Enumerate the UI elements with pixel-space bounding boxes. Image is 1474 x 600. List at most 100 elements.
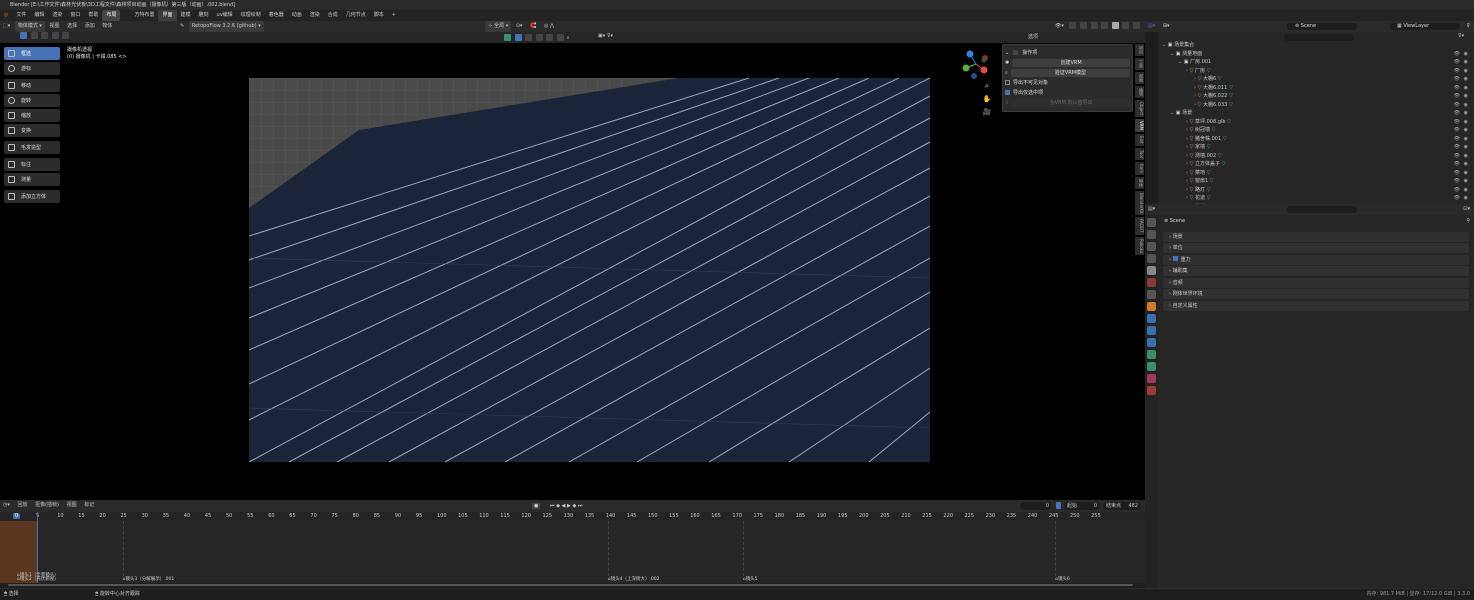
tab-workspace-layout[interactable]: 布局	[102, 10, 121, 21]
timeline-marker[interactable]: ⌂镜头4（上深俯大）.002	[608, 576, 660, 582]
tab-workspace-compositing[interactable]: 合成	[324, 10, 342, 21]
tab-workspace-rendering[interactable]: 渲染	[306, 10, 324, 21]
visibility-eye-icon[interactable]: 👁	[1454, 126, 1460, 135]
visibility-eye-icon[interactable]: 👁	[1454, 92, 1460, 101]
tab-workspace-texture[interactable]: 纹理绘制	[237, 10, 265, 21]
shading-solid-icon[interactable]	[1111, 22, 1119, 29]
snap-icon[interactable]: 🧲	[527, 21, 539, 32]
tool-scale[interactable]: 缩放	[4, 109, 60, 122]
view-layer-props-icon[interactable]	[1147, 254, 1156, 263]
current-frame-field[interactable]: 0	[1020, 502, 1052, 510]
gravity-checkbox[interactable]	[1172, 255, 1178, 261]
render-camera-icon[interactable]: ◉	[1464, 126, 1468, 135]
outliner-row[interactable]: › ▽ 大棚6.011 ▽ 👁 ◉	[1158, 84, 1474, 93]
proportional-edit-icon[interactable]: ◎ ⋀	[541, 21, 557, 32]
filter-light-icon[interactable]	[514, 34, 522, 41]
particles-props-icon[interactable]	[1147, 326, 1156, 335]
select-mode-invert-icon[interactable]	[51, 32, 59, 39]
pin-context-icon[interactable]: ⚲	[1466, 215, 1470, 227]
render-camera-icon[interactable]: ◉	[1464, 75, 1468, 84]
zoom-icon[interactable]: ⌕	[980, 82, 994, 94]
visibility-eye-icon[interactable]: 👁	[1454, 75, 1460, 84]
options-dropdown[interactable]: ▣▾ ⊽▾	[598, 33, 613, 39]
add-workspace-button[interactable]: +	[388, 10, 400, 21]
menu-render[interactable]: 渲染	[48, 10, 66, 21]
property-section[interactable]: › 重力	[1163, 254, 1469, 265]
modifier-props-icon[interactable]	[1147, 314, 1156, 323]
filter-extra-icon[interactable]	[556, 34, 564, 41]
create-vrm-button[interactable]: 创建VRM	[1012, 58, 1130, 67]
filter-other-icon[interactable]	[546, 34, 554, 41]
shading-wire-icon[interactable]	[1101, 22, 1109, 29]
menu-playback[interactable]: 回放	[14, 500, 30, 511]
render-camera-icon[interactable]: ◉	[1464, 92, 1468, 101]
outliner-row[interactable]: › ▽ 树冠墙 ▽ 👁 ◉	[1158, 126, 1474, 135]
menu-object[interactable]: 物体	[99, 21, 115, 32]
side-tab-blenderkit[interactable]: BlenderKit	[1135, 190, 1144, 216]
tab-workspace-scripting[interactable]: 脚本	[370, 10, 388, 21]
validate-vrm-button[interactable]: 验证VRM模型	[1010, 68, 1130, 77]
side-tab-vrm[interactable]: VRM	[1135, 119, 1144, 132]
start-frame-field[interactable]: 起始 0	[1064, 502, 1100, 510]
render-camera-icon[interactable]: ◉	[1464, 84, 1468, 93]
timeline-marker[interactable]: ⌂镜头6	[1055, 576, 1070, 582]
outliner-row[interactable]: ⌄ ▣ 场景集合	[1158, 41, 1474, 50]
menu-tl-view[interactable]: 视图	[64, 500, 80, 511]
visibility-eye-icon[interactable]: 👁	[1454, 101, 1460, 110]
property-section[interactable]: › 刚体世界环境	[1163, 289, 1469, 299]
filter-icon[interactable]: ⊽	[1466, 21, 1470, 32]
axis-x-icon[interactable]	[980, 66, 988, 74]
side-tab-tool2[interactable]: Tool	[1135, 147, 1144, 160]
physics-props-icon[interactable]	[1147, 338, 1156, 347]
output-props-icon[interactable]	[1147, 242, 1156, 251]
filter-empty-icon[interactable]	[535, 34, 543, 41]
menu-file[interactable]: 文件	[12, 10, 30, 21]
visibility-eye-icon[interactable]: 👁	[1454, 58, 1460, 67]
object-props-icon[interactable]	[1147, 302, 1156, 311]
select-mode-new-icon[interactable]	[20, 32, 27, 39]
filter-camera-icon[interactable]	[525, 34, 533, 41]
side-tab-faceit[interactable]: FACEIT	[1135, 217, 1144, 235]
outliner-row[interactable]: › ▽ 大棚6.022 ▽ 👁 ◉	[1158, 92, 1474, 101]
render-camera-icon[interactable]: ◉	[1464, 135, 1468, 144]
side-tab-edit2[interactable]: Edit	[1135, 134, 1144, 146]
visibility-eye-icon[interactable]: 👁	[1454, 177, 1460, 186]
properties-search-input[interactable]	[1287, 206, 1357, 213]
texture-props-icon[interactable]	[1147, 386, 1156, 395]
tab-workspace-ui[interactable]: 界面	[158, 10, 177, 21]
outliner-editor-icon[interactable]: ▤▾	[1145, 21, 1158, 32]
timeline-marker[interactable]: ⌂镜头2（光伏俯视）	[17, 576, 59, 582]
gizmo-toggle-icon[interactable]	[1069, 22, 1077, 29]
menu-add[interactable]: 添加	[82, 21, 98, 32]
axis-neg-y-icon[interactable]	[981, 57, 987, 63]
visibility-eye-icon[interactable]: 👁	[1454, 135, 1460, 144]
outliner-row[interactable]: › ▽ 窗扇1 ▽ 👁 ◉	[1158, 177, 1474, 186]
timeline-editor-icon[interactable]: ◷▾	[0, 500, 13, 511]
tab-workspace-animation[interactable]: 动画	[288, 10, 306, 21]
blender-logo-icon[interactable]: ◎	[0, 10, 12, 21]
outliner-row[interactable]: › ▽ 菜地 ▽ 👁 ◉	[1158, 169, 1474, 178]
outliner-row[interactable]: › ▽ 测墙.002 ▽ 👁 ◉	[1158, 152, 1474, 161]
jump-end-icon[interactable]: ⏭	[578, 503, 583, 509]
side-tab-object2[interactable]: 物体	[1135, 176, 1144, 189]
outliner-display-icon[interactable]: ⊞▾	[1160, 21, 1173, 32]
render-camera-icon[interactable]: ◉	[1464, 67, 1468, 76]
prev-key-icon[interactable]: ◆	[556, 503, 560, 509]
side-tab-tool[interactable]: 工具	[1135, 58, 1144, 70]
tab-workspace-uv[interactable]: uv编辑	[213, 10, 237, 21]
property-section[interactable]: › 辅助集	[1163, 266, 1469, 276]
record-icon[interactable]: ●	[532, 503, 541, 509]
material-props-icon[interactable]	[1147, 374, 1156, 383]
tab-workspace-shading[interactable]: 着色器	[265, 10, 288, 21]
outliner-row[interactable]: › ▽ 大棚6.033 ▽ 👁 ◉	[1158, 101, 1474, 110]
outliner-row[interactable]: › ▽ 路灯 ▽ 👁 ◉	[1158, 186, 1474, 195]
outliner-row[interactable]: › ▽ 花道 ▽ 👁 ◉	[1158, 194, 1474, 203]
render-camera-icon[interactable]: ◉	[1464, 160, 1468, 169]
collection-props-icon[interactable]	[1147, 290, 1156, 299]
side-tab-item[interactable]: 项目	[1135, 44, 1144, 56]
select-mode-intersect-icon[interactable]	[62, 32, 70, 39]
tool-annotate[interactable]: 标注	[4, 158, 60, 171]
xray-icon[interactable]	[1090, 22, 1098, 29]
outliner-row[interactable]: › ▽ 猪舍株.001 ▽ 👁 ◉	[1158, 135, 1474, 144]
tool-transform[interactable]: 变换	[4, 124, 60, 137]
